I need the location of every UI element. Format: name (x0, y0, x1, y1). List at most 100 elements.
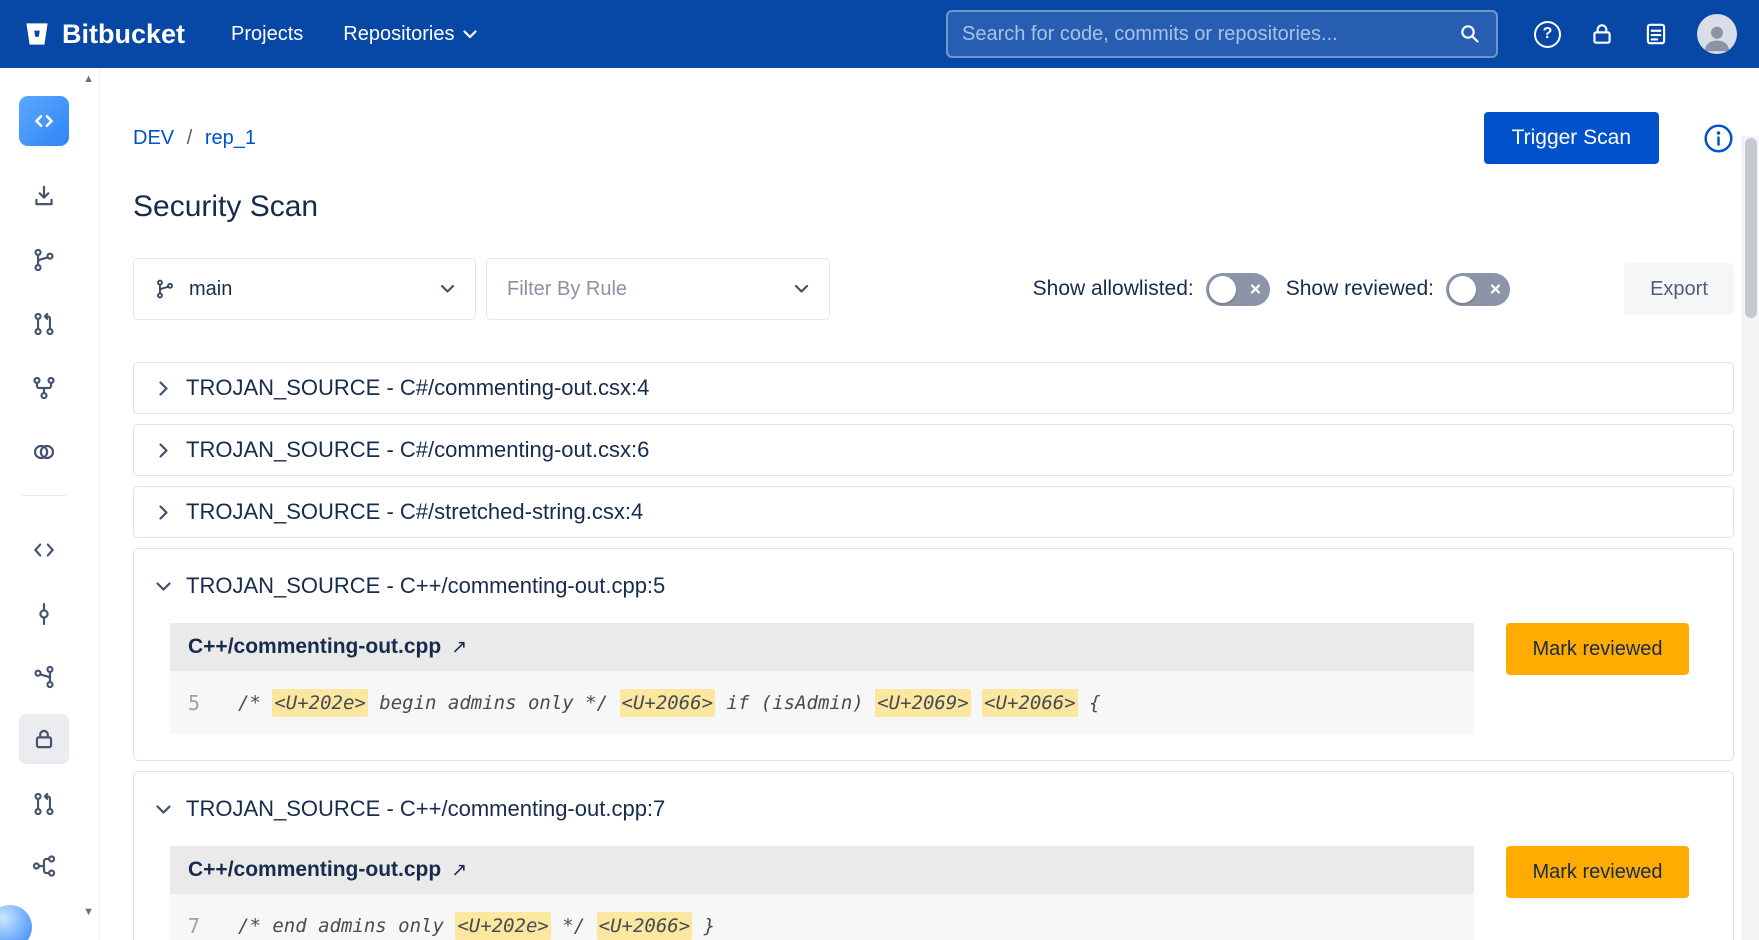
breadcrumb-project-link[interactable]: DEV (133, 127, 174, 149)
chevron-right-icon (154, 442, 172, 459)
sidebar-item-pull-requests-2[interactable] (19, 791, 69, 817)
breadcrumb-separator: / (187, 127, 193, 149)
sidebar-item-branches[interactable] (19, 664, 69, 690)
finding-title: TROJAN_SOURCE - C#/commenting-out.csx:4 (186, 375, 649, 401)
sidebar-item-source[interactable] (19, 537, 69, 563)
sidebar-items (16, 96, 72, 917)
branch-selector-value: main (189, 278, 232, 301)
finding-header[interactable]: TROJAN_SOURCE - C++/commenting-out.cpp:7 (134, 772, 1733, 846)
code-file-name[interactable]: C++/commenting-out.cpp (188, 635, 441, 659)
toggle-knob (1449, 276, 1476, 303)
finding-row[interactable]: TROJAN_SOURCE - C#/commenting-out.csx:4 (133, 362, 1734, 414)
pull-request-icon (31, 311, 57, 337)
sidebar-item-clone[interactable] (19, 183, 69, 209)
sidebar-scroll-up-arrow[interactable]: ▲ (83, 74, 94, 85)
line-number: 5 (188, 691, 214, 715)
sidebar-item-pull-request[interactable] (19, 311, 69, 337)
code-token-highlighted: <U+202e> (455, 912, 551, 940)
findings-list: TROJAN_SOURCE - C#/commenting-out.csx:4 … (133, 362, 1734, 940)
branch-icon (31, 247, 57, 273)
nav-projects-label: Projects (231, 23, 303, 46)
finding-header[interactable]: TROJAN_SOURCE - C++/commenting-out.cpp:5 (134, 549, 1733, 623)
code-token-highlighted: <U+2069> (875, 689, 971, 717)
lock-icon[interactable] (1589, 21, 1615, 47)
top-navbar: Bitbucket Projects Repositories ? (0, 0, 1759, 68)
body-row: ▲ ▼ DEV / rep_1 Trigger Scan Security Sc… (0, 68, 1759, 940)
chevron-down-icon (154, 581, 172, 592)
show-allowlisted-label: Show allowlisted: (1033, 277, 1194, 301)
page: Bitbucket Projects Repositories ? (0, 0, 1759, 940)
finding-row-expanded: TROJAN_SOURCE - C++/commenting-out.cpp:5… (133, 548, 1734, 761)
code-file-header: C++/commenting-out.cpp ↗ (170, 623, 1474, 671)
rule-filter-selector[interactable]: Filter By Rule (486, 258, 830, 320)
code-token: { (1078, 692, 1101, 714)
export-button[interactable]: Export (1624, 263, 1734, 315)
pull-request-icon (31, 791, 57, 817)
repo-avatar[interactable] (19, 96, 69, 146)
chevron-down-icon (463, 30, 477, 39)
code-file-header: C++/commenting-out.cpp ↗ (170, 846, 1474, 894)
branches-icon (31, 664, 57, 690)
code-panel: C++/commenting-out.cpp ↗ 5 /* <U+202e> b… (170, 623, 1474, 734)
sidebar-item-forks-2[interactable] (19, 853, 69, 879)
search-icon[interactable] (1458, 22, 1482, 46)
chevron-right-icon (154, 504, 172, 521)
code-token: if (isAdmin) (715, 692, 875, 714)
search-input[interactable] (962, 23, 1458, 46)
page-scrollbar-thumb[interactable] (1745, 138, 1757, 318)
finding-row[interactable]: TROJAN_SOURCE - C#/commenting-out.csx:6 (133, 424, 1734, 476)
chevron-down-icon (794, 284, 809, 294)
code-token: } (692, 915, 715, 937)
toggle-knob (1209, 276, 1236, 303)
code-file-name[interactable]: C++/commenting-out.cpp (188, 858, 441, 882)
mark-reviewed-button[interactable]: Mark reviewed (1506, 623, 1689, 675)
breadcrumb-repo-link[interactable]: rep_1 (205, 127, 256, 149)
finding-row[interactable]: TROJAN_SOURCE - C#/stretched-string.csx:… (133, 486, 1734, 538)
code-token-highlighted: <U+202e> (272, 689, 368, 717)
code-line: 7 /* end admins only <U+202e> */ <U+2066… (170, 894, 1474, 940)
finding-title: TROJAN_SOURCE - C++/commenting-out.cpp:7 (186, 796, 665, 822)
mark-reviewed-button[interactable]: Mark reviewed (1506, 846, 1689, 898)
chevron-right-icon (154, 380, 172, 397)
avatar[interactable] (1697, 14, 1737, 54)
branch-small-icon (154, 278, 176, 300)
finding-body: C++/commenting-out.cpp ↗ 7 /* end admins… (170, 846, 1689, 940)
sidebar-item-branch[interactable] (19, 247, 69, 273)
code-token-highlighted: <U+2066> (620, 689, 716, 717)
code-line: 5 /* <U+202e> begin admins only */ <U+20… (170, 671, 1474, 734)
show-reviewed-toggle[interactable] (1446, 273, 1510, 306)
external-link-icon[interactable]: ↗ (451, 636, 467, 659)
sidebar-item-fork[interactable] (19, 375, 69, 401)
page-scrollbar[interactable] (1742, 136, 1759, 940)
rule-filter-placeholder: Filter By Rule (507, 278, 627, 301)
branch-selector[interactable]: main (133, 258, 476, 320)
global-search[interactable] (946, 10, 1498, 58)
brand[interactable]: Bitbucket (22, 19, 185, 50)
sidebar-item-compare[interactable] (19, 439, 69, 465)
nav-projects[interactable]: Projects (231, 23, 303, 46)
info-icon[interactable] (1703, 123, 1734, 154)
code-text: /* end admins only <U+202e> */ <U+2066> … (238, 915, 715, 937)
nav-repositories[interactable]: Repositories (343, 23, 477, 46)
show-allowlisted-toggle[interactable] (1206, 273, 1270, 306)
chevron-down-icon (440, 284, 455, 294)
changelog-icon[interactable] (1643, 21, 1669, 47)
external-link-icon[interactable]: ↗ (451, 859, 467, 882)
navbar-icons: ? (1534, 14, 1737, 54)
finding-title: TROJAN_SOURCE - C#/stretched-string.csx:… (186, 499, 643, 525)
filter-bar: main Filter By Rule Show allowlisted: (133, 258, 1734, 320)
nav-repositories-label: Repositories (343, 23, 454, 46)
help-icon[interactable]: ? (1534, 21, 1561, 48)
sidebar-item-commits[interactable] (19, 601, 69, 627)
trigger-scan-button[interactable]: Trigger Scan (1484, 112, 1659, 164)
sidebar-scroll-down-arrow[interactable]: ▼ (83, 907, 94, 918)
topline: DEV / rep_1 Trigger Scan (133, 112, 1734, 164)
brand-label: Bitbucket (62, 19, 185, 50)
sidebar-item-security[interactable] (19, 714, 69, 764)
finding-row-expanded: TROJAN_SOURCE - C++/commenting-out.cpp:7… (133, 771, 1734, 940)
commits-icon (31, 601, 57, 627)
code-token-highlighted: <U+2066> (597, 912, 693, 940)
nav-menu: Projects Repositories (231, 23, 477, 46)
source-code-icon (31, 537, 57, 563)
page-title: Security Scan (133, 190, 1734, 224)
